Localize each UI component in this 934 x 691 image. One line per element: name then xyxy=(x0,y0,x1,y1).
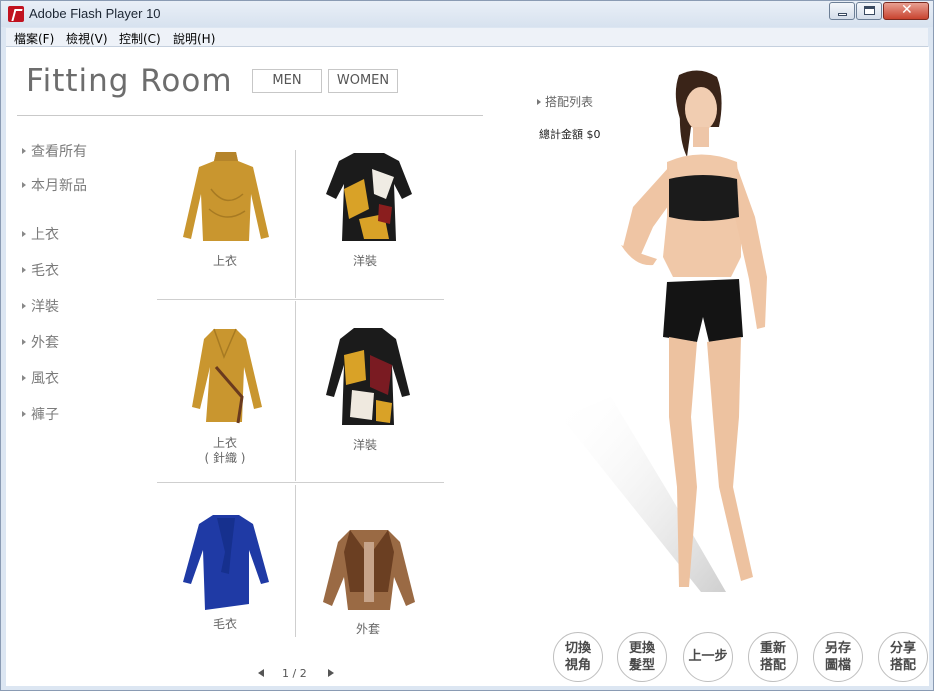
flash-content: Fitting Room MEN WOMEN 查看所有 本月新品 上衣 毛衣 洋… xyxy=(6,47,929,686)
button-label-line: 圖檔 xyxy=(824,658,851,673)
item-label: 洋裝 xyxy=(352,438,377,452)
model-figure xyxy=(621,70,767,587)
arrow-icon xyxy=(22,148,26,154)
button-label-line: 搭配 xyxy=(889,658,916,673)
category-trenchcoats[interactable]: 風衣 xyxy=(22,368,59,388)
share-outfit-button[interactable]: 分享 搭配 xyxy=(878,632,928,682)
category-label: 風衣 xyxy=(31,371,59,387)
menu-view[interactable]: 檢視(V) xyxy=(66,30,108,47)
change-hairstyle-button[interactable]: 更換 髮型 xyxy=(617,632,667,682)
button-label-line: 髮型 xyxy=(628,658,655,673)
outfit-list-label: 搭配列表 xyxy=(545,95,594,109)
page-indicator: 1 / 2 xyxy=(282,667,307,680)
reset-outfit-button[interactable]: 重新 搭配 xyxy=(748,632,798,682)
window-title: Adobe Flash Player 10 xyxy=(29,6,161,21)
grid-divider xyxy=(157,299,444,300)
total-label: 總計金額 xyxy=(539,128,583,141)
close-icon: ✕ xyxy=(901,2,913,18)
print-dress-icon[interactable] xyxy=(324,149,414,244)
header-divider xyxy=(17,115,483,116)
close-button[interactable]: ✕ xyxy=(883,2,929,20)
button-label-line: 更換 xyxy=(628,641,655,656)
category-label: 上衣 xyxy=(31,227,59,243)
title-bar[interactable]: Adobe Flash Player 10 ✕ xyxy=(1,1,933,27)
category-label: 查看所有 xyxy=(31,144,87,160)
item-label: 毛衣 xyxy=(212,617,237,631)
maximize-icon xyxy=(864,6,875,15)
arrow-icon xyxy=(22,375,26,381)
knit-cardigan-icon[interactable] xyxy=(186,327,266,427)
arrow-icon xyxy=(22,411,26,417)
button-label-line: 視角 xyxy=(564,658,591,673)
menu-control[interactable]: 控制(C) xyxy=(119,30,161,47)
grid-divider xyxy=(295,485,296,637)
menu-bar: 檔案(F) 檢視(V) 控制(C) 說明(H) xyxy=(6,28,928,47)
button-label-line: 搭配 xyxy=(759,658,786,673)
print-shirt-dress-icon[interactable] xyxy=(324,325,414,430)
category-label: 洋裝 xyxy=(31,299,59,315)
button-label-line: 另存 xyxy=(824,641,851,656)
arrow-icon xyxy=(22,182,26,188)
women-button[interactable]: WOMEN xyxy=(328,69,398,93)
fur-jacket-icon[interactable] xyxy=(320,522,418,617)
category-pants[interactable]: 褲子 xyxy=(22,404,59,424)
blue-sweater-icon[interactable] xyxy=(181,512,271,612)
men-button[interactable]: MEN xyxy=(252,69,322,93)
arrow-icon xyxy=(22,267,26,273)
switch-view-button[interactable]: 切換 視角 xyxy=(553,632,603,682)
button-label-line: 上一步 xyxy=(688,649,728,664)
button-label-line: 切換 xyxy=(564,641,591,656)
maximize-button[interactable] xyxy=(856,2,882,20)
button-label-line: 重新 xyxy=(759,641,786,656)
next-page-icon[interactable] xyxy=(328,669,334,677)
category-label: 褲子 xyxy=(31,407,59,423)
flash-app-icon xyxy=(8,6,24,22)
arrow-icon xyxy=(22,339,26,345)
item-label: 外套 xyxy=(355,622,380,636)
category-label: 毛衣 xyxy=(31,263,59,279)
menu-file[interactable]: 檔案(F) xyxy=(14,30,54,47)
grid-divider xyxy=(295,301,296,481)
button-label-line: 分享 xyxy=(889,641,916,656)
arrow-icon xyxy=(22,303,26,309)
page-title: Fitting Room xyxy=(26,63,233,99)
grid-divider xyxy=(295,150,296,298)
item-label: 上衣 xyxy=(212,254,237,268)
item-label: 上衣 xyxy=(212,436,237,450)
save-image-button[interactable]: 另存 圖檔 xyxy=(813,632,863,682)
outfit-list-link[interactable]: 搭配列表 xyxy=(537,93,593,110)
item-label: 洋裝 xyxy=(352,254,377,268)
category-label: 本月新品 xyxy=(31,178,87,194)
flash-player-window: Adobe Flash Player 10 ✕ 檔案(F) 檢視(V) 控制(C… xyxy=(0,0,934,691)
undo-button[interactable]: 上一步 xyxy=(683,632,733,682)
item-sublabel: ( 針織 ) xyxy=(204,451,246,465)
category-sweaters[interactable]: 毛衣 xyxy=(22,260,59,280)
category-label: 外套 xyxy=(31,335,59,351)
category-all[interactable]: 查看所有 xyxy=(22,141,87,161)
minimize-button[interactable] xyxy=(829,2,855,20)
minimize-icon xyxy=(838,13,847,16)
category-tops[interactable]: 上衣 xyxy=(22,224,59,244)
arrow-icon xyxy=(22,231,26,237)
menu-help[interactable]: 說明(H) xyxy=(173,30,215,47)
arrow-icon xyxy=(537,99,541,105)
prev-page-icon[interactable] xyxy=(258,669,264,677)
category-new[interactable]: 本月新品 xyxy=(22,175,87,195)
grid-divider xyxy=(157,482,444,483)
category-jackets[interactable]: 外套 xyxy=(22,332,59,352)
mustard-top-icon[interactable] xyxy=(181,149,271,244)
category-dresses[interactable]: 洋裝 xyxy=(22,296,59,316)
